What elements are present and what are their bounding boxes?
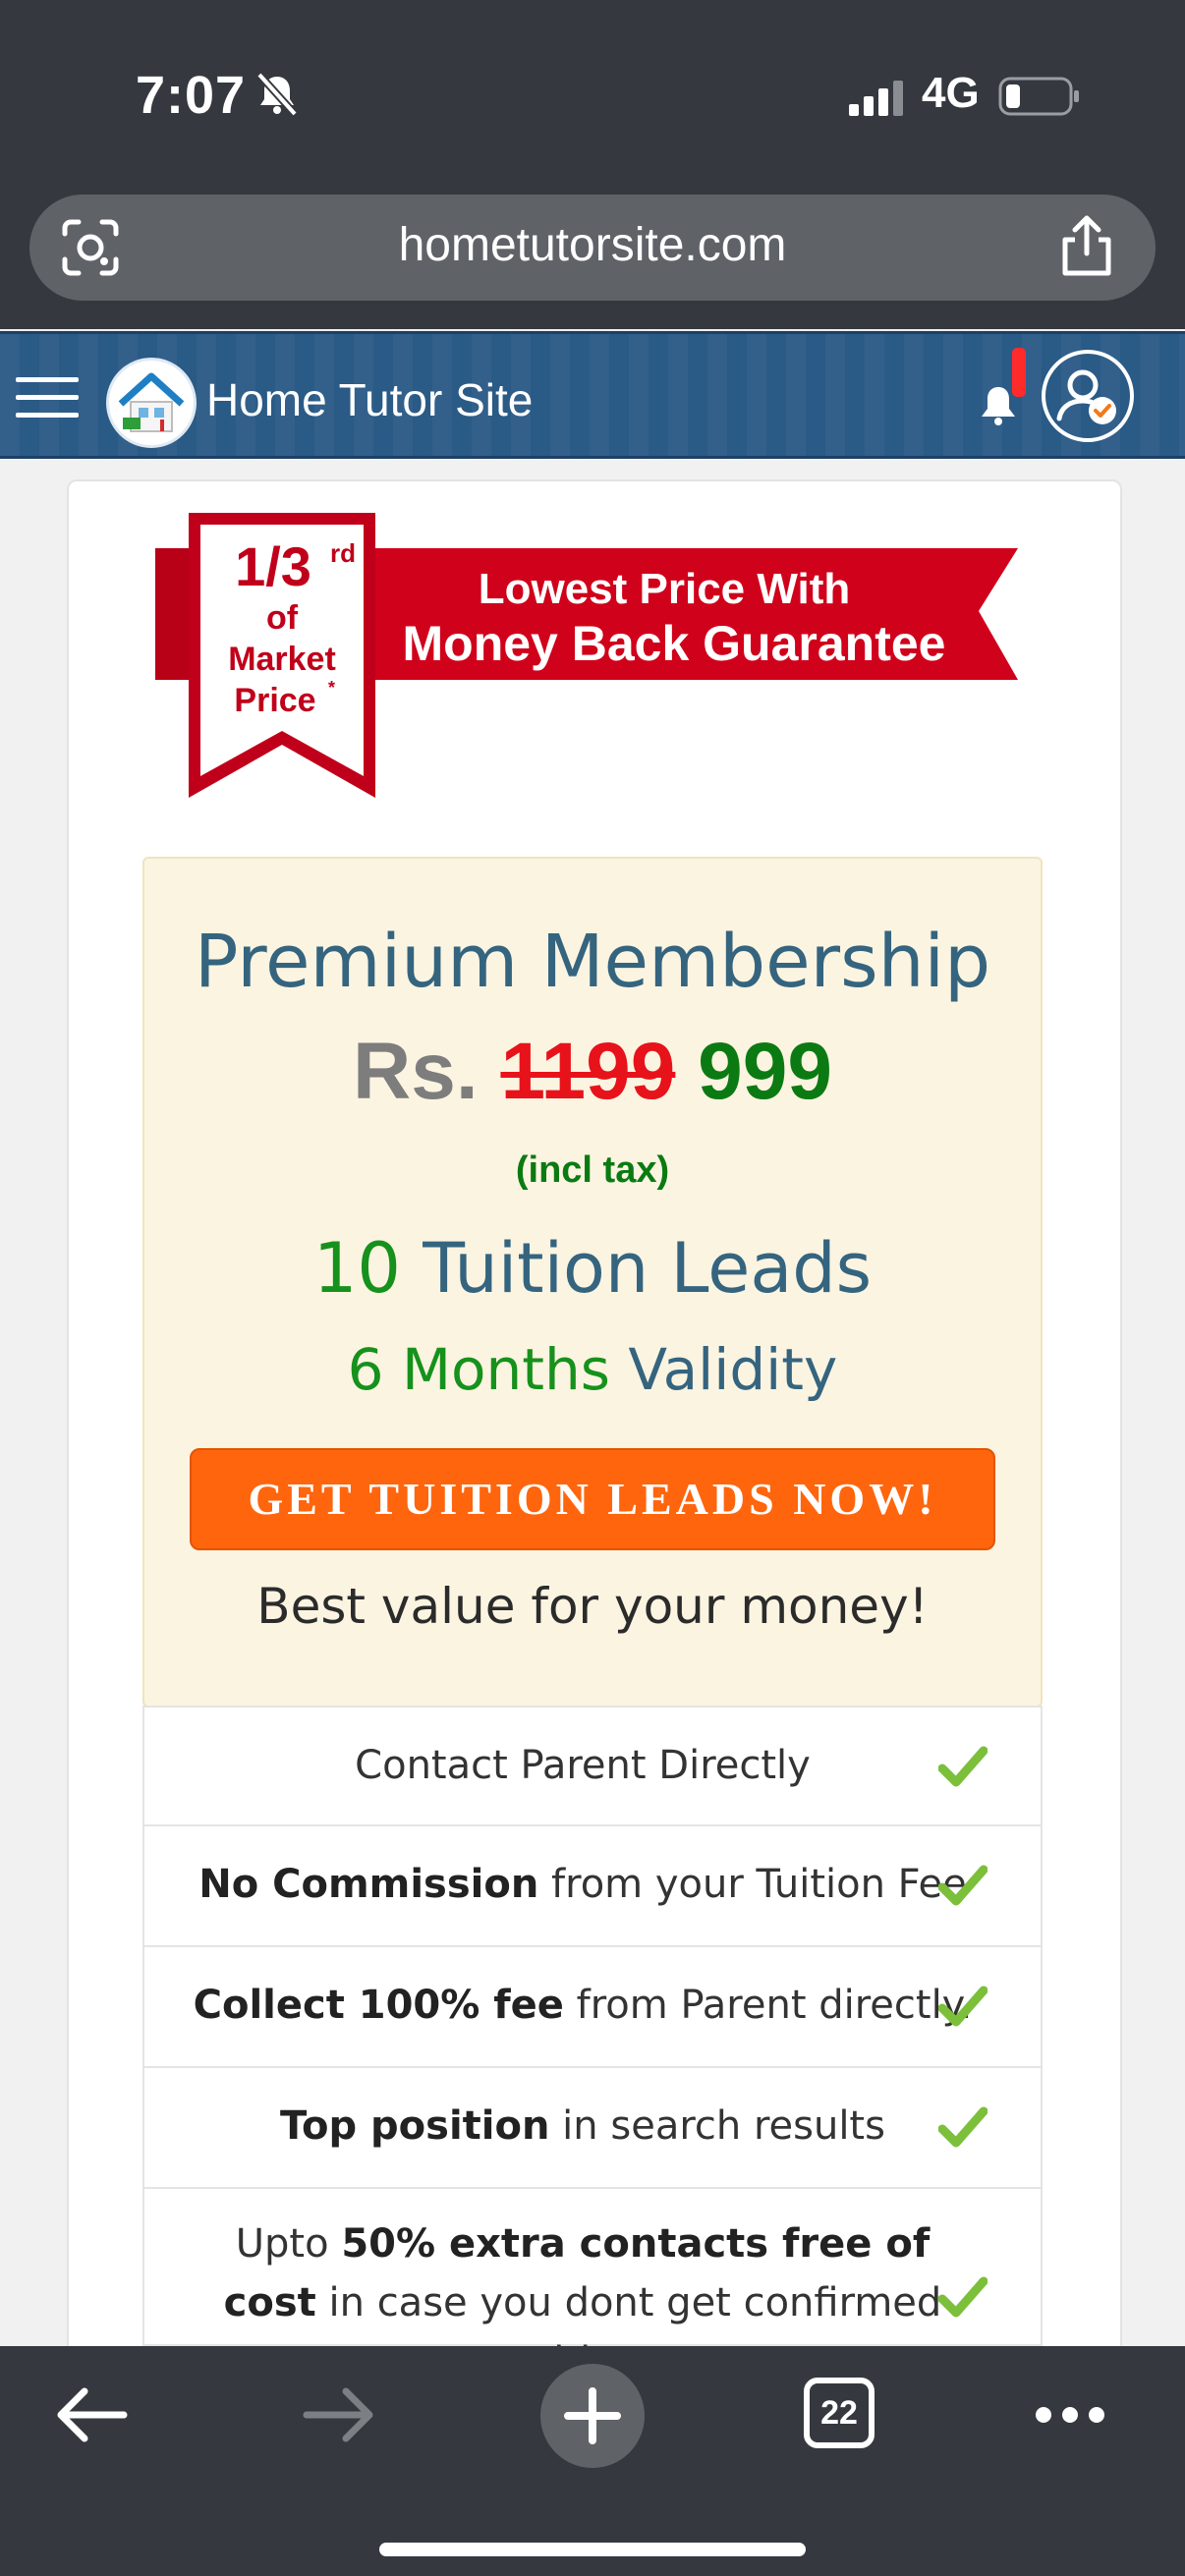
hamburger-menu-icon[interactable] — [14, 373, 81, 422]
value-note: Best value for your money! — [256, 1578, 929, 1635]
validity-count: 6 Months — [347, 1336, 610, 1403]
site-header: Home Tutor Site — [0, 331, 1185, 459]
ribbon-superscript: rd — [330, 538, 356, 568]
feature-text: Top position in search results — [280, 2103, 885, 2149]
price-currency: Rs. — [353, 1027, 479, 1116]
checkmark-icon — [938, 1986, 988, 2027]
new-price: 999 — [698, 1027, 832, 1116]
feature-row: No Commission from your Tuition Fee — [142, 1826, 1043, 1947]
promo-banner: 1/3 rd of Market Price * Lowest Price Wi… — [155, 513, 1018, 798]
validity-line: 6 Months Validity — [144, 1336, 1041, 1403]
address-bar[interactable]: hometutorsite.com — [29, 195, 1156, 301]
feature-text: Contact Parent Directly — [355, 1743, 811, 1788]
tax-note: (incl tax) — [515, 1149, 670, 1191]
more-options-icon[interactable] — [1034, 2405, 1106, 2425]
new-tab-button[interactable] — [540, 2364, 645, 2468]
browser-toolbar-bottom: 22 — [0, 2346, 1185, 2576]
tab-switcher-button[interactable]: 22 — [804, 2378, 875, 2448]
banner-line-1: Lowest Price With — [479, 565, 851, 613]
cellular-signal-icon — [849, 81, 903, 116]
feature-row: Contact Parent Directly — [142, 1706, 1043, 1826]
ribbon-fraction: 1/3 — [235, 535, 311, 597]
banner-ribbon-tail — [155, 548, 191, 680]
old-price: 1199 — [500, 1027, 676, 1116]
browser-chrome-top: 7:07 4G hometutorsite.com — [0, 0, 1185, 329]
leads-line: 10 Tuition Leads — [144, 1228, 1041, 1309]
leads-count: 10 — [312, 1228, 401, 1309]
url-text[interactable]: hometutorsite.com — [29, 218, 1156, 272]
network-type: 4G — [922, 69, 980, 117]
ribbon-asterisk: * — [328, 678, 335, 698]
share-icon[interactable] — [1057, 214, 1116, 277]
validity-label: Validity — [628, 1336, 838, 1403]
checkmark-icon — [938, 1865, 988, 1906]
feature-row: Upto 50% extra contacts free of cost in … — [142, 2189, 1043, 2384]
home-indicator — [379, 2543, 806, 2556]
silent-mode-icon — [256, 72, 298, 117]
lens-search-icon[interactable] — [59, 216, 122, 279]
status-time: 7:07 — [136, 66, 247, 125]
banner-line-2: Money Back Guarantee — [403, 616, 946, 671]
price-line: Rs. 1199 999 — [144, 1026, 1041, 1118]
forward-arrow-icon[interactable] — [303, 2385, 375, 2444]
checkmark-icon — [938, 2276, 988, 2318]
ribbon-line-3: Market — [228, 641, 336, 678]
feature-text: Collect 100% fee from Parent directly. — [193, 1983, 973, 2028]
feature-text: No Commission from your Tuition Fee — [198, 1862, 967, 1907]
leads-label: Tuition Leads — [423, 1228, 873, 1309]
plus-icon — [564, 2387, 621, 2444]
battery-icon — [998, 77, 1079, 116]
notification-badge — [1012, 348, 1026, 397]
feature-row: Top position in search results — [142, 2068, 1043, 2189]
get-tuition-leads-button[interactable]: GET TUITION LEADS NOW! — [190, 1448, 995, 1550]
plan-title: Premium Membership — [194, 920, 991, 1004]
checkmark-icon — [938, 2106, 988, 2148]
ribbon-line-4: Price — [234, 682, 315, 719]
site-title[interactable]: Home Tutor Site — [206, 373, 533, 426]
back-arrow-icon[interactable] — [55, 2385, 128, 2444]
pricing-box: Premium Membership Rs. 1199 999 (incl ta… — [142, 857, 1043, 1708]
house-logo-icon — [118, 372, 185, 432]
site-logo[interactable] — [106, 358, 197, 448]
ribbon-line-2: of — [266, 599, 299, 637]
feature-row: Collect 100% fee from Parent directly. — [142, 1947, 1043, 2068]
features-list: Contact Parent Directly No Commission fr… — [142, 1706, 1043, 2384]
user-check-icon — [1056, 369, 1116, 424]
profile-button[interactable] — [1042, 350, 1134, 442]
checkmark-icon — [938, 1746, 988, 1787]
